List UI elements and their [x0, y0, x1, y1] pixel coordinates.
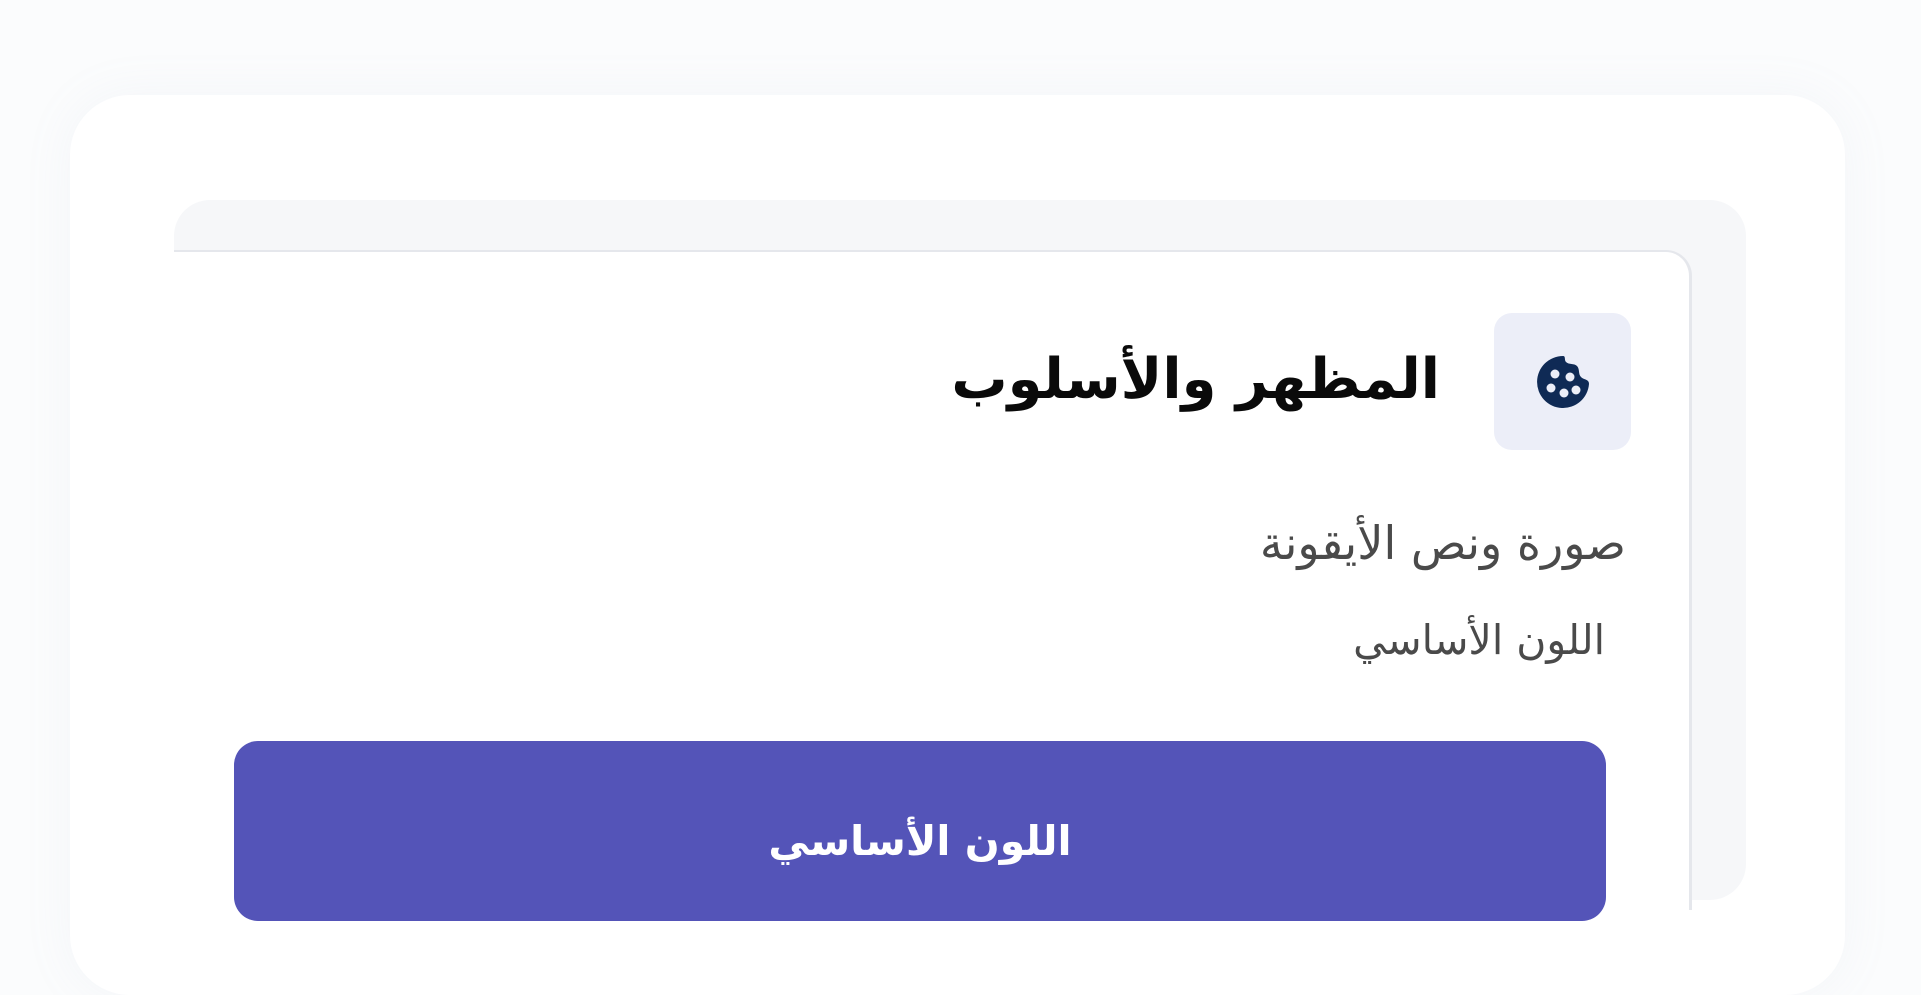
section-title: المظهر والأسلوب: [951, 347, 1440, 412]
palette-icon: [1536, 355, 1589, 408]
section-icon-tile: [1494, 313, 1631, 450]
primary-color-button-label: اللون الأساسي: [768, 817, 1072, 865]
section-subtitle: صورة ونص الأيقونة: [1259, 516, 1626, 570]
primary-color-label: اللون الأساسي: [1353, 616, 1605, 664]
primary-color-button[interactable]: اللون الأساسي: [234, 741, 1606, 921]
